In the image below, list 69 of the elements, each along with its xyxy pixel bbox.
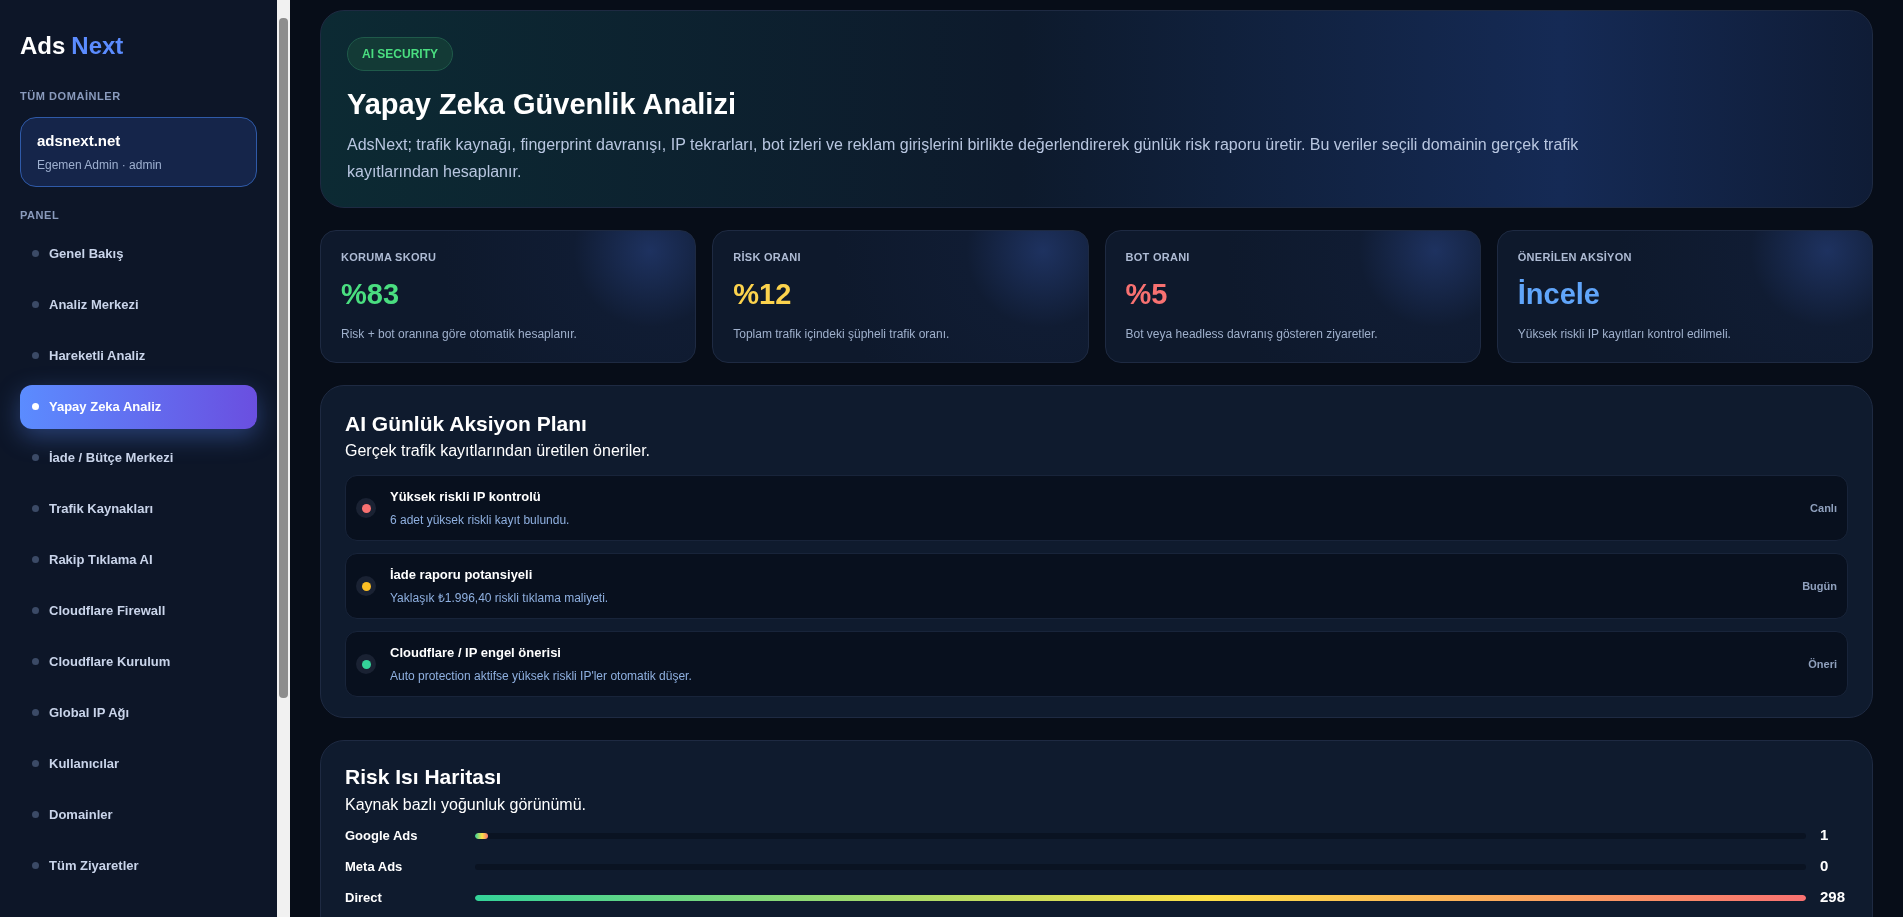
action-tag: Bugün bbox=[1802, 577, 1837, 595]
page-title: Yapay Zeka Güvenlik Analizi bbox=[347, 87, 737, 122]
bullet-icon bbox=[32, 250, 39, 257]
card-subtitle: Gerçek trafik kayıtlarından üretilen öneriler. bbox=[345, 441, 652, 461]
section-heading: PANEL bbox=[20, 208, 61, 223]
stat-note: Bot veya headless davranış gösteren ziyaretler. bbox=[1125, 325, 1379, 343]
stat-value: %5 bbox=[1125, 277, 1169, 312]
stat-value: %83 bbox=[341, 277, 401, 312]
heatmap-label: Meta Ads bbox=[345, 857, 404, 876]
domain-card[interactable]: adsnext.net Egemen Admin · admin bbox=[20, 116, 257, 187]
stat-label: ÖNERİLEN AKSİYON bbox=[1517, 249, 1633, 265]
nav-item[interactable]: Domainler bbox=[20, 792, 257, 837]
heatmap-count: 1 bbox=[1819, 825, 1830, 846]
action-title: İade raporu potansiyeli bbox=[390, 566, 534, 585]
action-detail: 6 adet yüksek riskli kayıt bulundu. bbox=[390, 511, 571, 529]
bullet-icon bbox=[32, 862, 39, 869]
card-title: Risk Isı Haritası bbox=[345, 764, 503, 790]
stat-value: İncele bbox=[1517, 277, 1601, 312]
action-tag: Öneri bbox=[1808, 655, 1837, 673]
action-detail: Yaklaşık ₺1.996,40 riskli tıklama maliyeti. bbox=[390, 589, 610, 607]
nav-item[interactable]: Cloudflare Firewall bbox=[20, 588, 257, 633]
action-title: Yüksek riskli IP kontrolü bbox=[390, 488, 542, 507]
nav-item[interactable]: Hareketli Analiz bbox=[20, 333, 257, 378]
card-title: AI Günlük Aksiyon Planı bbox=[345, 410, 588, 437]
bullet-icon bbox=[32, 709, 39, 716]
nav-item[interactable]: Global IP Ağı bbox=[20, 690, 257, 735]
stat-note: Toplam trafik içindeki şüpheli trafik oranı. bbox=[733, 325, 951, 343]
bullet-icon bbox=[32, 607, 39, 614]
card-subtitle: Kaynak bazlı yoğunluk görünümü. bbox=[345, 794, 588, 815]
logo-text: Ads bbox=[20, 31, 66, 61]
nav-item[interactable]: Rakip Tıklama AI bbox=[20, 537, 257, 582]
action-title: Cloudflare / IP engel önerisi bbox=[390, 644, 562, 663]
bullet-icon bbox=[32, 811, 39, 818]
badge: AI SECURITY bbox=[347, 37, 453, 71]
bullet-icon bbox=[32, 760, 39, 767]
stat-value: %12 bbox=[733, 277, 793, 312]
bullet-icon bbox=[32, 454, 39, 461]
nav-item[interactable]: Cloudflare Kurulum bbox=[20, 639, 257, 684]
heatmap-count: 298 bbox=[1819, 887, 1847, 908]
nav-item[interactable]: Trafik Kaynakları bbox=[20, 486, 257, 531]
nav-item[interactable]: Yapay Zeka Analiz bbox=[20, 384, 257, 429]
stat-label: KORUMA SKORU bbox=[341, 249, 438, 265]
bullet-icon bbox=[32, 403, 39, 410]
bullet-icon bbox=[32, 658, 39, 665]
heatmap-label: Direct bbox=[345, 888, 383, 907]
bullet-icon bbox=[32, 352, 39, 359]
logo-text-accent: Next bbox=[71, 31, 124, 61]
domain-user: Egemen Admin · admin bbox=[37, 157, 163, 174]
action-detail: Auto protection aktifse yüksek riskli IP'ler otomatik düşer. bbox=[390, 667, 693, 685]
nav-item[interactable]: İade / Bütçe Merkezi bbox=[20, 435, 257, 480]
stat-note: Risk + bot oranına göre otomatik hesaplanır. bbox=[341, 325, 578, 343]
heatmap-count: 0 bbox=[1819, 856, 1830, 877]
bullet-icon bbox=[32, 301, 39, 308]
nav-item[interactable]: Analiz Merkezi bbox=[20, 282, 257, 327]
nav-item[interactable]: Genel Bakış bbox=[20, 231, 257, 276]
nav-item[interactable]: Kullanıcılar bbox=[20, 741, 257, 786]
scrollbar-thumb[interactable] bbox=[279, 18, 288, 698]
domain-name: adsnext.net bbox=[37, 130, 122, 151]
bullet-icon bbox=[32, 556, 39, 563]
section-heading: TÜM DOMAİNLER bbox=[20, 89, 122, 104]
scrollbar[interactable] bbox=[277, 0, 290, 917]
nav-item[interactable]: Tüm Ziyaretler bbox=[20, 843, 257, 888]
action-tag: Canlı bbox=[1810, 499, 1837, 517]
stat-label: RİSK ORANI bbox=[733, 249, 802, 265]
stat-label: BOT ORANI bbox=[1125, 249, 1191, 265]
stat-note: Yüksek riskli IP kayıtları kontrol edilmeli. bbox=[1517, 325, 1732, 343]
heatmap-label: Google Ads bbox=[345, 826, 419, 845]
description: AdsNext; trafik kaynağı, fingerprint davranışı, IP tekrarları, bot izleri ve reklam girişlerini birlikte değerlendirerek günlük risk raporu üretir. Bu veriler seçili domainin gerçek trafik kayıtlarından hesaplanır. bbox=[347, 134, 1580, 182]
bullet-icon bbox=[32, 505, 39, 512]
